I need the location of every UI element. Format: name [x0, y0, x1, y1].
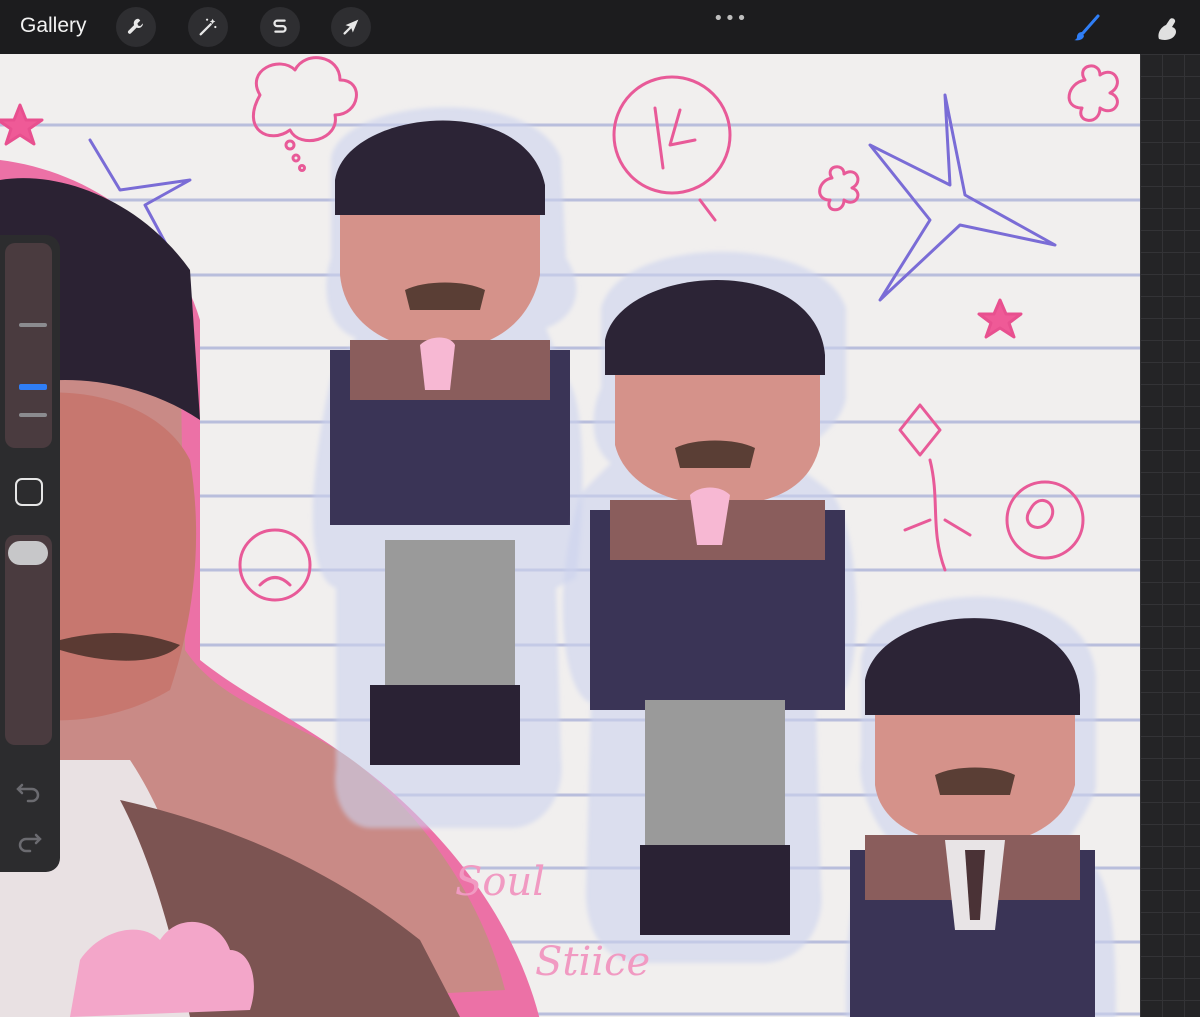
transform-button[interactable] — [331, 7, 371, 47]
arrow-cursor-icon — [343, 19, 359, 35]
modify-square-icon[interactable] — [15, 478, 43, 506]
brush-size-mark — [19, 323, 47, 327]
brush-size-slider[interactable] — [5, 243, 52, 448]
brush-size-mark — [19, 413, 47, 417]
brush-size-handle[interactable] — [19, 384, 47, 390]
more-options-button[interactable]: ••• — [713, 8, 748, 29]
artwork: Soul Stiice — [0, 56, 1140, 1017]
undo-button[interactable] — [14, 775, 44, 805]
gallery-button[interactable]: Gallery — [20, 14, 87, 38]
adjustments-button[interactable] — [188, 7, 228, 47]
canvas[interactable]: Soul Stiice — [0, 54, 1140, 1017]
top-toolbar: Gallery ••• — [0, 0, 1200, 54]
actions-button[interactable] — [116, 7, 156, 47]
brush-tool-button[interactable] — [1066, 8, 1106, 48]
smudge-finger-icon — [1158, 18, 1176, 40]
opacity-slider[interactable] — [5, 535, 52, 745]
selection-button[interactable] — [260, 7, 300, 47]
left-sidebar — [0, 235, 60, 872]
selection-s-icon — [273, 19, 287, 33]
redo-icon — [18, 833, 42, 853]
canvas-background-grid — [1140, 54, 1200, 1017]
paintbrush-icon — [1074, 14, 1100, 41]
undo-icon — [16, 783, 40, 803]
redo-button[interactable] — [14, 825, 44, 855]
signature-line-1: Soul — [455, 859, 545, 905]
magic-wand-icon — [199, 18, 217, 36]
smudge-tool-button[interactable] — [1148, 8, 1188, 48]
wrench-icon — [127, 18, 143, 34]
signature-line-2: Stiice — [535, 939, 650, 985]
opacity-handle[interactable] — [8, 541, 48, 565]
